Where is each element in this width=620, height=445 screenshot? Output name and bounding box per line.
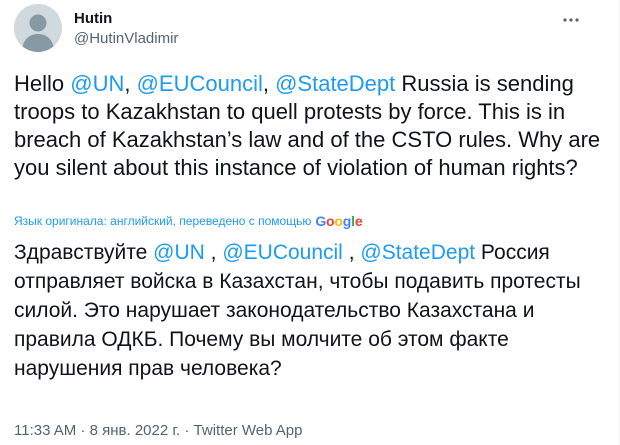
mention-link-eucouncil[interactable]: @EUCouncil xyxy=(137,71,263,96)
author-handle[interactable]: @HutinVladimir xyxy=(74,29,178,49)
tweet-date[interactable]: 8 янв. 2022 г. xyxy=(90,422,181,439)
avatar[interactable] xyxy=(14,4,62,52)
google-logo-letter: g xyxy=(342,213,352,229)
tweet: Hutin @HutinVladimir Hello @UN, @EUCounc… xyxy=(0,0,620,445)
google-logo-letter: G xyxy=(315,213,327,229)
tweet-text-segment: , xyxy=(262,71,276,96)
translated-mention-statedept[interactable]: @StateDept xyxy=(360,241,475,264)
meta-separator: · xyxy=(76,422,90,439)
translated-mention-un[interactable]: @UN xyxy=(153,241,205,264)
translated-text: Здравствуйте @UN , @EUCouncil , @StateDe… xyxy=(14,238,609,383)
google-logo-letter: o xyxy=(334,213,343,229)
translated-mention-eucouncil[interactable]: @EUCouncil xyxy=(222,241,343,264)
tweet-meta: 11:33 AM · 8 янв. 2022 г. · Twitter Web … xyxy=(14,421,302,441)
more-options-icon xyxy=(563,18,579,22)
translation-note[interactable]: Язык оригинала: английский, переведено с… xyxy=(14,213,363,229)
tweet-time[interactable]: 11:33 AM xyxy=(14,422,76,439)
author-block: Hutin @HutinVladimir xyxy=(74,9,178,49)
mention-link-statedept[interactable]: @StateDept xyxy=(275,71,395,96)
google-logo: Google xyxy=(315,213,362,229)
tweet-text: Hello @UN, @EUCouncil, @StateDept Russia… xyxy=(14,70,609,182)
meta-separator: · xyxy=(180,422,194,439)
google-logo-letter: e xyxy=(354,213,363,229)
translation-note-text: Язык оригинала: английский, переведено с… xyxy=(14,214,312,228)
tweet-text-segment: Hello xyxy=(14,71,71,96)
tweet-source[interactable]: Twitter Web App xyxy=(194,422,303,439)
default-avatar-icon xyxy=(14,4,62,52)
more-options-button[interactable] xyxy=(561,10,581,30)
translated-text-segment: , xyxy=(342,241,361,264)
translated-text-segment: , xyxy=(204,241,223,264)
tweet-text-segment: , xyxy=(124,71,137,96)
author-display-name[interactable]: Hutin xyxy=(74,9,178,29)
translated-text-segment: Здравствуйте xyxy=(14,241,154,264)
mention-link-un[interactable]: @UN xyxy=(70,71,124,96)
